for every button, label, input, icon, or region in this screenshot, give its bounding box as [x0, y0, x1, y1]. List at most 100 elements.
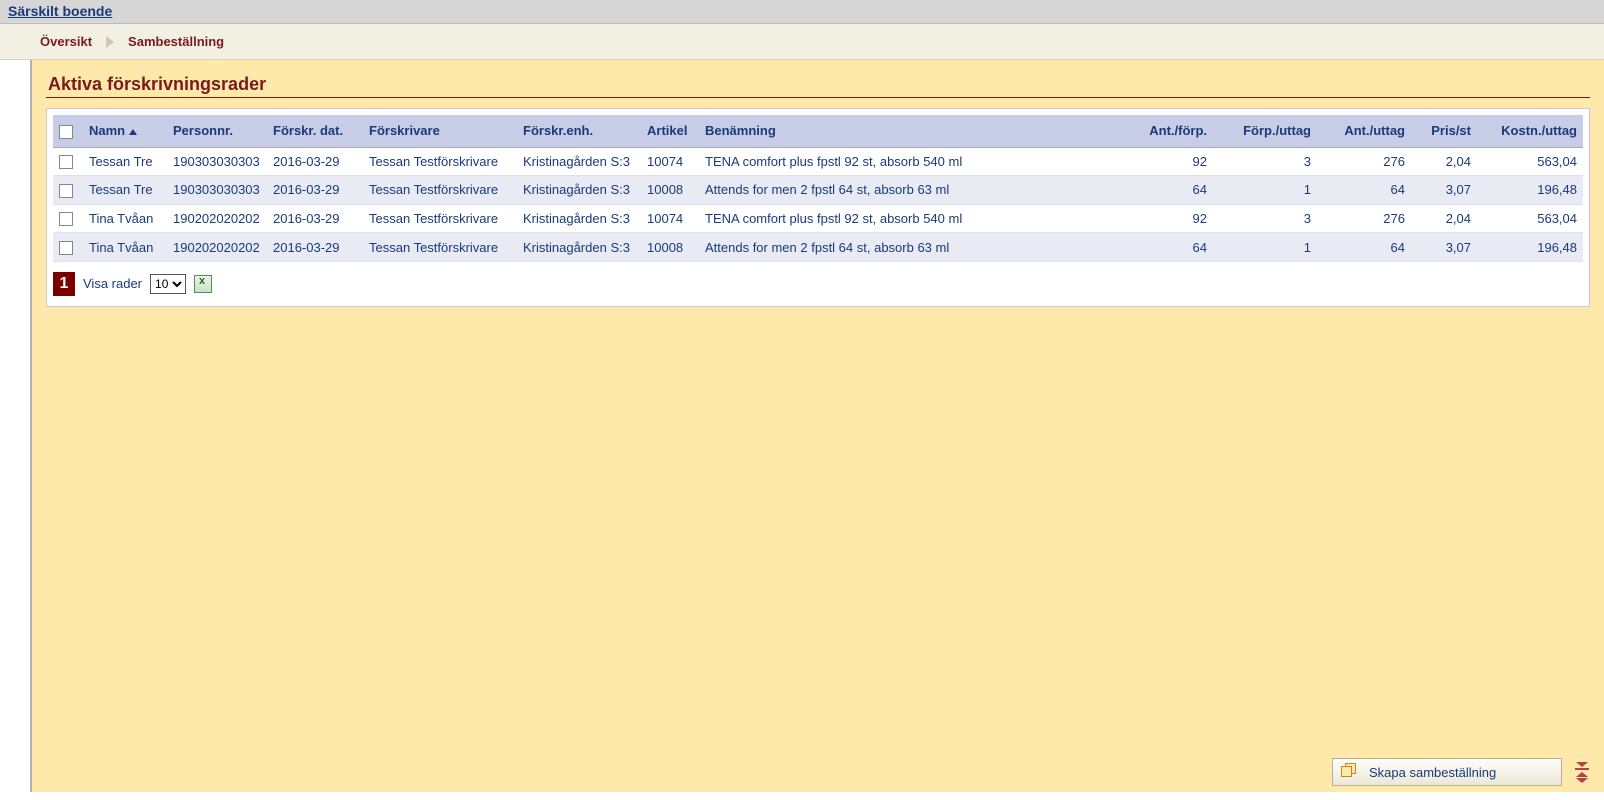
table-panel: Namn Personnr. Förskr. dat. Förskrivare …: [46, 108, 1590, 307]
app-header: Särskilt boende: [0, 0, 1604, 24]
table-row[interactable]: Tina Tvåan1902020202022016-03-29Tessan T…: [53, 233, 1583, 262]
col-benamning[interactable]: Benämning: [699, 115, 1123, 147]
triangle-down-icon: [1576, 778, 1588, 783]
row-checkbox-cell[interactable]: [53, 204, 83, 233]
col-forp-uttag[interactable]: Förp./uttag: [1213, 115, 1317, 147]
stack-icon: [1341, 763, 1359, 781]
cell-unit: Kristinagården S:3: [517, 147, 641, 176]
row-checkbox-cell[interactable]: [53, 233, 83, 262]
cell-cost: 196,48: [1477, 233, 1583, 262]
cell-qty-per-pack: 64: [1123, 233, 1213, 262]
checkbox-icon[interactable]: [59, 212, 73, 226]
chevron-right-icon: [106, 36, 114, 48]
cell-unit: Kristinagården S:3: [517, 176, 641, 205]
cell-prescriber: Tessan Testförskrivare: [363, 204, 517, 233]
checkbox-icon[interactable]: [59, 184, 73, 198]
footer-actions: Skapa sambeställning: [1332, 758, 1590, 786]
prescriptions-table: Namn Personnr. Förskr. dat. Förskrivare …: [53, 115, 1583, 262]
cell-cost: 563,04: [1477, 204, 1583, 233]
cell-cost: 196,48: [1477, 176, 1583, 205]
cell-desc: Attends for men 2 fpstl 64 st, absorb 63…: [699, 233, 1123, 262]
cell-date: 2016-03-29: [267, 204, 363, 233]
cell-prescriber: Tessan Testförskrivare: [363, 147, 517, 176]
cell-article: 10008: [641, 233, 699, 262]
panel-resize-controls: [1574, 762, 1590, 783]
cell-prescriber: Tessan Testförskrivare: [363, 176, 517, 205]
cell-packs-per-uttag: 1: [1213, 233, 1317, 262]
cell-desc: TENA comfort plus fpstl 92 st, absorb 54…: [699, 204, 1123, 233]
checkbox-icon[interactable]: [59, 155, 73, 169]
table-row[interactable]: Tina Tvåan1902020202022016-03-29Tessan T…: [53, 204, 1583, 233]
rows-per-page-select[interactable]: 10: [150, 274, 186, 294]
triangle-up-icon: [1576, 772, 1588, 777]
cell-qty-per-pack: 92: [1123, 204, 1213, 233]
table-row[interactable]: Tessan Tre1903030303032016-03-29Tessan T…: [53, 176, 1583, 205]
col-artikel[interactable]: Artikel: [641, 115, 699, 147]
cell-personnr: 190202020202: [167, 233, 267, 262]
cell-date: 2016-03-29: [267, 233, 363, 262]
row-checkbox-cell[interactable]: [53, 147, 83, 176]
cell-qty-per-pack: 64: [1123, 176, 1213, 205]
cell-name: Tessan Tre: [83, 147, 167, 176]
triangle-down-icon: [1576, 762, 1588, 767]
cell-price: 2,04: [1411, 204, 1477, 233]
cell-name: Tina Tvåan: [83, 233, 167, 262]
col-forskr-enh[interactable]: Förskr.enh.: [517, 115, 641, 147]
checkbox-icon[interactable]: [59, 241, 73, 255]
checkbox-icon[interactable]: [59, 125, 73, 139]
cell-name: Tina Tvåan: [83, 204, 167, 233]
page-number-badge[interactable]: 1: [53, 272, 75, 296]
cell-unit: Kristinagården S:3: [517, 233, 641, 262]
cell-price: 2,04: [1411, 147, 1477, 176]
col-name[interactable]: Namn: [83, 115, 167, 147]
col-name-label: Namn: [89, 123, 125, 138]
cell-packs-per-uttag: 3: [1213, 204, 1317, 233]
cell-name: Tessan Tre: [83, 176, 167, 205]
row-checkbox-cell[interactable]: [53, 176, 83, 205]
col-ant-forp[interactable]: Ant./förp.: [1123, 115, 1213, 147]
cell-prescriber: Tessan Testförskrivare: [363, 233, 517, 262]
cell-date: 2016-03-29: [267, 176, 363, 205]
cell-packs-per-uttag: 3: [1213, 147, 1317, 176]
cell-article: 10074: [641, 147, 699, 176]
expand-button[interactable]: [1574, 772, 1590, 783]
sort-asc-icon: [129, 129, 137, 135]
app-title-link[interactable]: Särskilt boende: [8, 3, 112, 19]
content-area: Aktiva förskrivningsrader Namn Personnr.…: [30, 60, 1604, 792]
col-pris-st[interactable]: Pris/st: [1411, 115, 1477, 147]
line-icon: [1575, 768, 1589, 770]
col-select-all[interactable]: [53, 115, 83, 147]
cell-price: 3,07: [1411, 233, 1477, 262]
col-kostn-uttag[interactable]: Kostn./uttag: [1477, 115, 1583, 147]
page-title: Aktiva förskrivningsrader: [46, 70, 1590, 98]
table-row[interactable]: Tessan Tre1903030303032016-03-29Tessan T…: [53, 147, 1583, 176]
create-sambestallning-button[interactable]: Skapa sambeställning: [1332, 758, 1562, 786]
rows-per-page-label: Visa rader: [83, 276, 142, 291]
cell-qty-per-uttag: 64: [1317, 233, 1411, 262]
cell-desc: Attends for men 2 fpstl 64 st, absorb 63…: [699, 176, 1123, 205]
cell-article: 10008: [641, 176, 699, 205]
col-forskr-dat[interactable]: Förskr. dat.: [267, 115, 363, 147]
cell-cost: 563,04: [1477, 147, 1583, 176]
cell-price: 3,07: [1411, 176, 1477, 205]
cell-article: 10074: [641, 204, 699, 233]
cell-qty-per-uttag: 276: [1317, 147, 1411, 176]
breadcrumb: Översikt Sambeställning: [0, 24, 1604, 60]
cell-qty-per-pack: 92: [1123, 147, 1213, 176]
cell-personnr: 190202020202: [167, 204, 267, 233]
create-sambestallning-label: Skapa sambeställning: [1369, 765, 1496, 780]
collapse-down-button[interactable]: [1574, 762, 1590, 770]
export-excel-icon[interactable]: [194, 275, 212, 293]
col-ant-uttag[interactable]: Ant./uttag: [1317, 115, 1411, 147]
breadcrumb-item-overview[interactable]: Översikt: [40, 34, 92, 49]
breadcrumb-item-sambestallning[interactable]: Sambeställning: [128, 34, 224, 49]
cell-date: 2016-03-29: [267, 147, 363, 176]
pager: 1 Visa rader 10: [53, 272, 1583, 296]
col-personnr[interactable]: Personnr.: [167, 115, 267, 147]
cell-personnr: 190303030303: [167, 176, 267, 205]
cell-desc: TENA comfort plus fpstl 92 st, absorb 54…: [699, 147, 1123, 176]
cell-qty-per-uttag: 64: [1317, 176, 1411, 205]
cell-packs-per-uttag: 1: [1213, 176, 1317, 205]
col-forskrivare[interactable]: Förskrivare: [363, 115, 517, 147]
cell-personnr: 190303030303: [167, 147, 267, 176]
